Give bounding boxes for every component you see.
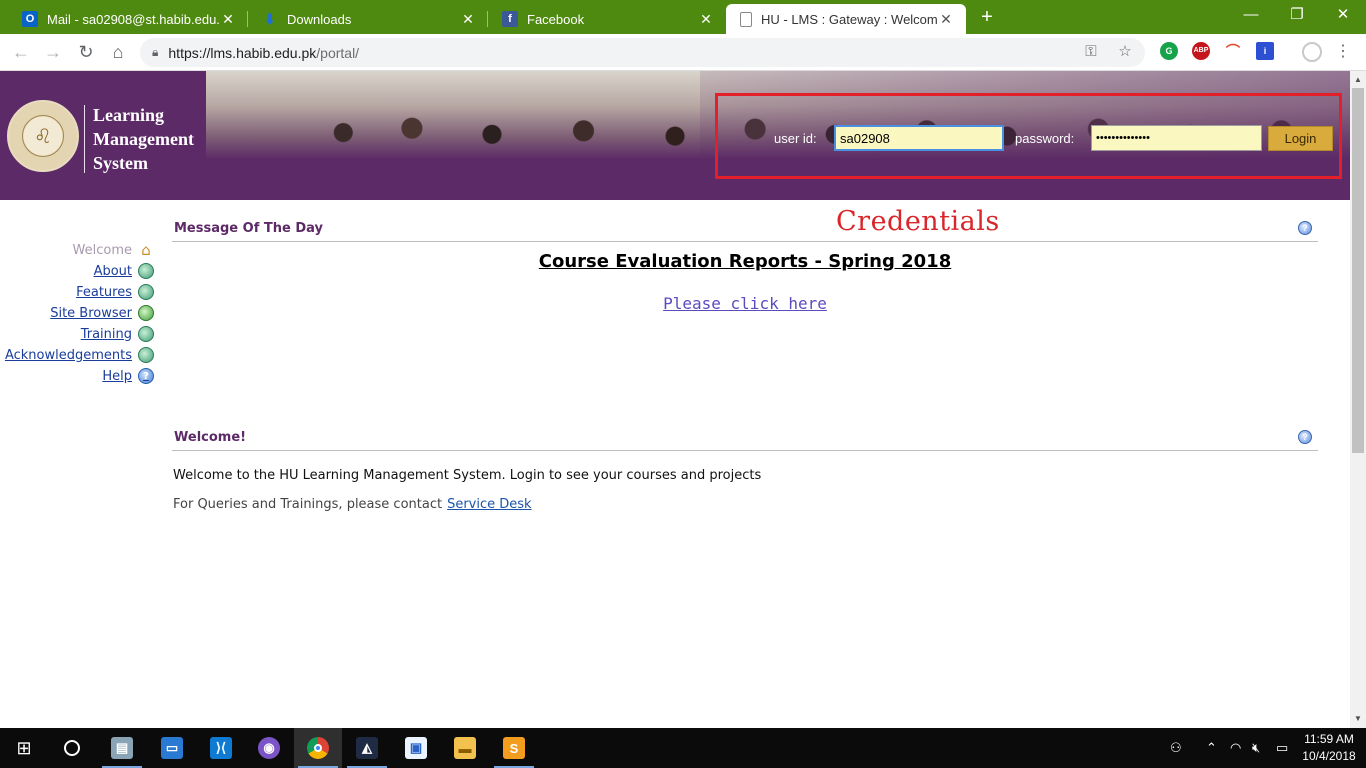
close-tab-icon[interactable]: ✕ bbox=[698, 11, 714, 28]
desktop-icon[interactable]: ▭ bbox=[148, 728, 196, 768]
document-icon bbox=[138, 326, 154, 342]
motd-title: Course Evaluation Reports - Spring 2018 bbox=[538, 251, 952, 272]
lion-emblem-icon: ♌︎ bbox=[22, 115, 64, 157]
home-icon: ⌂ bbox=[141, 241, 151, 259]
language-icon[interactable]: ▭ bbox=[1276, 738, 1288, 758]
grammarly-icon[interactable]: G bbox=[1160, 42, 1178, 60]
sidebar-item-features[interactable]: Features bbox=[76, 282, 154, 302]
sidebar-item-welcome[interactable]: Welcome ⌂ bbox=[73, 240, 154, 260]
help-icon[interactable]: ? bbox=[1298, 221, 1312, 235]
service-desk-link[interactable]: Service Desk bbox=[447, 497, 532, 512]
sidebar-item-about[interactable]: About bbox=[94, 261, 154, 281]
help-icon[interactable]: ? bbox=[1298, 430, 1312, 444]
document-icon bbox=[138, 347, 154, 363]
bookmark-star-icon[interactable]: ☆ bbox=[1116, 43, 1134, 61]
help-icon: ? bbox=[138, 368, 154, 384]
tab-title: Facebook bbox=[527, 11, 585, 27]
url-host: https://lms.habib.edu.pk bbox=[168, 44, 317, 61]
profile-icon[interactable] bbox=[1302, 42, 1322, 62]
contact-text: For Queries and Trainings, please contac… bbox=[173, 497, 532, 512]
lms-logo-text: Learning Management System bbox=[93, 105, 194, 173]
page-icon bbox=[740, 11, 752, 27]
habib-university-seal-logo: ♌︎ bbox=[7, 100, 79, 172]
outlook-icon: O bbox=[22, 11, 38, 27]
close-tab-icon[interactable]: ✕ bbox=[220, 11, 236, 28]
github-desktop-icon[interactable]: ◉ bbox=[245, 728, 293, 768]
wifi-icon[interactable]: ◠ bbox=[1230, 738, 1241, 758]
please-click-here-link[interactable]: Please click here bbox=[172, 294, 1318, 313]
windows-start-icon[interactable]: ⊞ bbox=[0, 728, 48, 768]
cortana-icon[interactable] bbox=[48, 728, 96, 768]
welcome-heading: Welcome! bbox=[174, 430, 247, 445]
scroll-down-arrow[interactable]: ▼ bbox=[1350, 711, 1366, 727]
motd-panel-header: Message Of The Day ? bbox=[172, 218, 1318, 242]
close-window-button[interactable]: ✕ bbox=[1320, 0, 1366, 30]
lock-icon: 🔒︎ bbox=[152, 45, 159, 59]
file-explorer-icon[interactable]: ▬ bbox=[441, 728, 489, 768]
scroll-up-arrow[interactable]: ▲ bbox=[1350, 72, 1366, 88]
new-tab-button[interactable]: + bbox=[976, 6, 998, 28]
password-label: password: bbox=[1015, 131, 1075, 146]
back-button[interactable]: ← bbox=[8, 39, 34, 65]
key-icon[interactable]: ⚿ bbox=[1082, 43, 1100, 61]
password-input[interactable] bbox=[1091, 125, 1262, 151]
address-bar[interactable]: 🔒︎ https://lms.habib.edu.pk/portal/ ⚿ ☆ bbox=[140, 38, 1145, 67]
user-id-label: user id: bbox=[774, 131, 817, 146]
browser-toolbar: ← → ↻ ⌂ 🔒︎ https://lms.habib.edu.pk/port… bbox=[0, 34, 1366, 71]
document-icon bbox=[138, 284, 154, 300]
welcome-text: Welcome to the HU Learning Management Sy… bbox=[173, 468, 762, 483]
tab-title: HU - LMS : Gateway : Welcome bbox=[761, 11, 938, 27]
menu-icon[interactable]: ⋮ bbox=[1330, 39, 1356, 65]
welcome-panel-header: Welcome! ? bbox=[172, 427, 1318, 451]
tab-downloads[interactable]: ⬇ Downloads ✕ bbox=[248, 4, 488, 34]
clock-date: 10/4/2018 bbox=[1302, 749, 1356, 763]
document-icon bbox=[138, 263, 154, 279]
browser-tab-strip: O Mail - sa02908@st.habib.edu.pk ✕ ⬇ Dow… bbox=[0, 0, 1366, 34]
sidebar-item-acknowledgements[interactable]: Acknowledgements bbox=[5, 345, 154, 365]
tab-title: Downloads bbox=[287, 11, 352, 27]
sidebar-item-training[interactable]: Training bbox=[81, 324, 154, 344]
home-button[interactable]: ⌂ bbox=[105, 39, 131, 65]
clock-time: 11:59 AM bbox=[1304, 732, 1354, 746]
adblock-icon[interactable]: ABP bbox=[1192, 42, 1210, 60]
forward-button[interactable]: → bbox=[40, 39, 66, 65]
maximize-button[interactable]: ❐ bbox=[1274, 0, 1320, 30]
tab-title: Mail - sa02908@st.habib.edu.pk bbox=[47, 11, 220, 27]
globe-icon bbox=[138, 305, 154, 321]
people-icon[interactable]: ⚇ bbox=[1170, 738, 1182, 758]
close-tab-icon[interactable]: ✕ bbox=[460, 11, 476, 28]
scrollbar-thumb[interactable] bbox=[1352, 88, 1364, 453]
system-clock[interactable]: 11:59 AM 10/4/2018 bbox=[1298, 731, 1360, 765]
tab-mail[interactable]: O Mail - sa02908@st.habib.edu.pk ✕ bbox=[8, 4, 248, 34]
sublime-text-icon[interactable]: S bbox=[490, 728, 538, 768]
close-tab-icon[interactable]: ✕ bbox=[938, 11, 954, 28]
reload-button[interactable]: ↻ bbox=[73, 39, 99, 65]
extension-icon[interactable]: i bbox=[1256, 42, 1274, 60]
tab-facebook[interactable]: f Facebook ✕ bbox=[488, 4, 726, 34]
volume-muted-icon[interactable]: 🔇︎ bbox=[1252, 738, 1260, 758]
file-manager-icon[interactable]: ▤ bbox=[98, 728, 146, 768]
login-button[interactable]: Login bbox=[1268, 126, 1333, 151]
user-id-input[interactable] bbox=[834, 125, 1004, 151]
rainbow-extension-icon[interactable]: ⌒ bbox=[1224, 42, 1242, 60]
show-hidden-icons-chevron-icon[interactable]: ⌃ bbox=[1206, 738, 1217, 758]
motd-heading: Message Of The Day bbox=[174, 221, 323, 236]
download-icon: ⬇ bbox=[264, 10, 276, 27]
chrome-icon[interactable] bbox=[294, 728, 342, 768]
sidebar-item-site-browser[interactable]: Site Browser bbox=[50, 303, 154, 323]
tab-lms[interactable]: HU - LMS : Gateway : Welcome ✕ bbox=[726, 4, 966, 34]
photos-icon[interactable]: ▣ bbox=[392, 728, 440, 768]
sidebar-item-help[interactable]: Help? bbox=[102, 366, 154, 386]
minimize-button[interactable]: — bbox=[1228, 0, 1274, 30]
vscode-icon[interactable]: ⟩⟨ bbox=[197, 728, 245, 768]
facebook-icon: f bbox=[502, 11, 518, 27]
inkscape-icon[interactable]: ◭ bbox=[343, 728, 391, 768]
windows-taskbar: ⊞ ▤ ▭ ⟩⟨ ◉ ◭ ▣ ▬ S ⚇ ⌃ ◠ 🔇︎ ▭ bbox=[0, 728, 1366, 768]
url-path: /portal/ bbox=[316, 44, 360, 61]
